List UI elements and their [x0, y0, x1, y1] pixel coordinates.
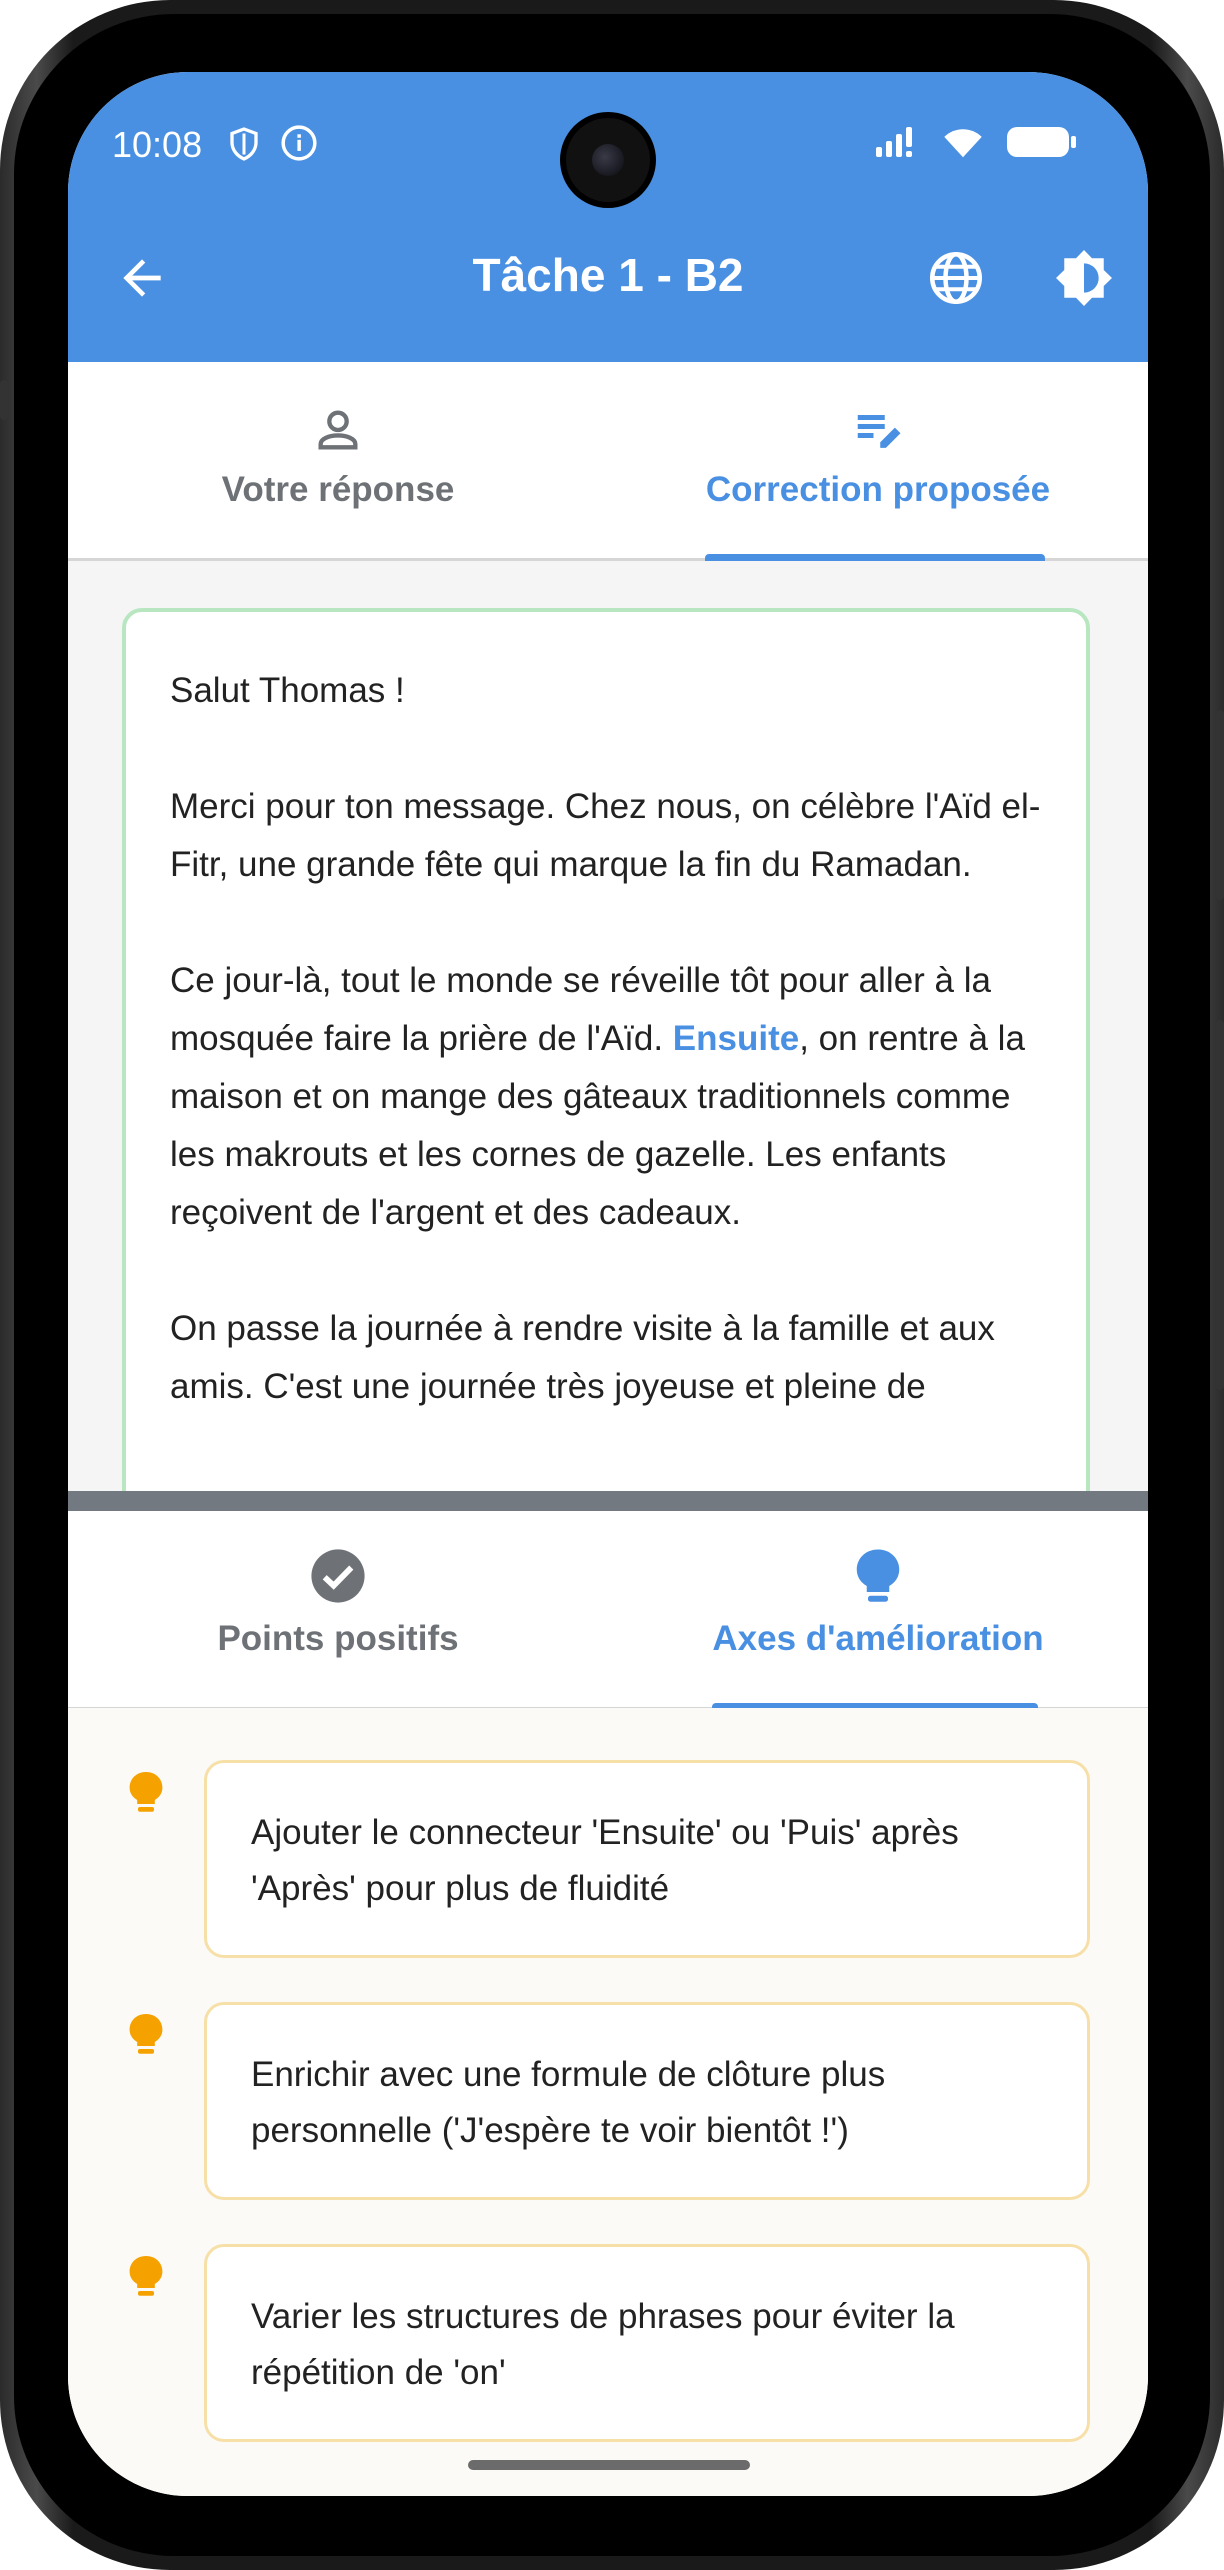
lightbulb-icon: [129, 2014, 163, 2054]
app-bar: 10:08 Tâche 1 - B2: [68, 72, 1148, 362]
wifi-icon: [944, 129, 982, 158]
tab-axes-amelioration[interactable]: Axes d'amélioration: [608, 1511, 1148, 1710]
improvement-card: Varier les structures de phrases pour év…: [204, 2244, 1090, 2442]
tab-votre-reponse[interactable]: Votre réponse: [68, 362, 608, 558]
resize-divider[interactable]: [68, 1491, 1148, 1511]
correction-paragraph-2: Ce jour-là, tout le monde se réveille tô…: [170, 952, 1042, 1242]
correction-greeting: Salut Thomas !: [170, 671, 405, 710]
front-camera: [566, 118, 650, 202]
correction-card: Salut Thomas ! Merci pour ton message. C…: [122, 608, 1090, 1491]
correction-scroll-area[interactable]: Salut Thomas ! Merci pour ton message. C…: [68, 561, 1148, 1491]
check-circle-icon: [311, 1549, 365, 1603]
page-title: Tâche 1 - B2: [472, 249, 744, 301]
improvement-card: Ajouter le connecteur 'Ensuite' ou 'Puis…: [204, 1760, 1090, 1958]
globe-icon: [930, 252, 982, 304]
edit-note-icon: [857, 415, 901, 448]
language-button[interactable]: [926, 248, 986, 308]
lightbulb-icon: [129, 2256, 163, 2296]
improvements-list[interactable]: Ajouter le connecteur 'Ensuite' ou 'Puis…: [68, 1708, 1148, 2496]
tab-label: Correction proposée: [705, 470, 1051, 509]
feedback-tabs: Points positifs Axes d'amélioration: [68, 1511, 1148, 1710]
correction-paragraph-1: Merci pour ton message. Chez nous, on cé…: [170, 787, 1041, 884]
response-tabs: Votre réponse Correction proposée: [68, 362, 1148, 561]
status-icons-left: [226, 124, 318, 164]
tab-label: Votre réponse: [221, 470, 455, 509]
theme-toggle-button[interactable]: [1052, 246, 1116, 310]
lightbulb-icon: [856, 1549, 900, 1602]
volume-button: [1216, 710, 1224, 900]
lightbulb-icon: [129, 1772, 163, 1812]
screen: 10:08 Tâche 1 - B2 Votre réponse Correct…: [68, 72, 1148, 2496]
brightness-icon: [1056, 250, 1112, 306]
tab-points-positifs[interactable]: Points positifs: [68, 1511, 608, 1707]
home-indicator[interactable]: [468, 2460, 750, 2470]
battery-icon: [1007, 127, 1076, 157]
status-icons-right: [874, 124, 1078, 160]
correction-paragraph-3: On passe la journée à rendre visite à la…: [170, 1309, 995, 1406]
power-button: [1216, 1020, 1224, 1390]
status-time: 10:08: [112, 124, 203, 165]
info-icon: [281, 125, 317, 161]
tab-correction-proposee[interactable]: Correction proposée: [608, 362, 1148, 561]
signal-icon: [876, 127, 912, 157]
highlighted-correction: Ensuite: [672, 1019, 800, 1058]
shield-icon: [230, 127, 258, 161]
side-button: [0, 380, 8, 420]
tab-label: Axes d'amélioration: [712, 1619, 1044, 1658]
improvement-card: Enrichir avec une formule de clôture plu…: [204, 2002, 1090, 2200]
person-icon: [318, 410, 358, 450]
tab-indicator: [705, 554, 1045, 561]
tab-label: Points positifs: [217, 1619, 459, 1658]
